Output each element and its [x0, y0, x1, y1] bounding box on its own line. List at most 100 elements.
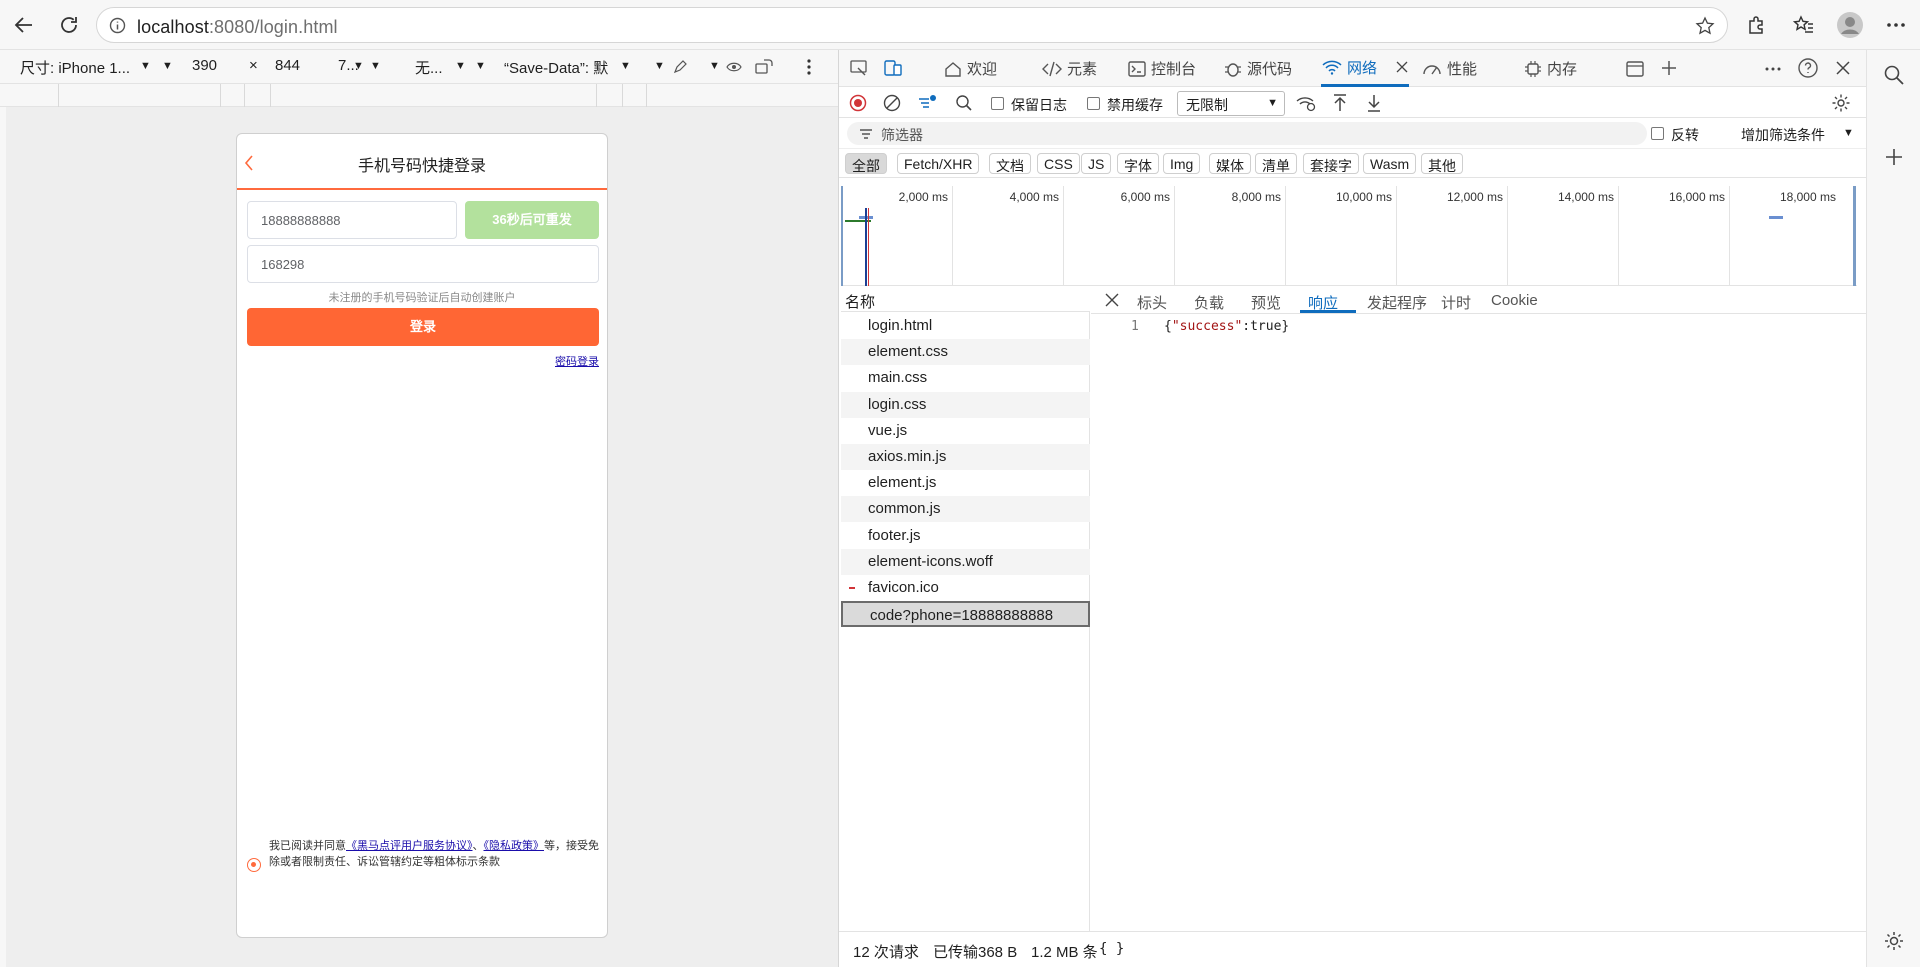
detail-tab-payload[interactable]: 负载 [1194, 292, 1224, 313]
pen-icon[interactable] [672, 59, 688, 75]
add-icon[interactable] [1883, 146, 1905, 168]
throttle-select[interactable]: 无限制 ▼ [1177, 91, 1285, 116]
detail-tab-timing[interactable]: 计时 [1441, 292, 1471, 313]
help-icon[interactable] [1797, 57, 1819, 79]
more-button[interactable] [1880, 9, 1912, 41]
settings-gear-icon[interactable] [1883, 930, 1905, 952]
type-chip-wasm[interactable]: Wasm [1363, 153, 1417, 174]
clear-icon[interactable] [883, 94, 901, 112]
register-hint: 未注册的手机号码验证后自动创建账户 [328, 292, 516, 304]
detail-tab-initiator[interactable]: 发起程序 [1367, 292, 1427, 313]
close-detail-icon[interactable] [1105, 293, 1119, 307]
preserve-log-label: 保留日志 [1011, 97, 1067, 113]
extensions-button[interactable] [1740, 9, 1772, 41]
eye-icon[interactable] [726, 60, 742, 74]
preserve-log-checkbox[interactable] [991, 97, 1004, 110]
tab-sources[interactable]: 源代码 [1223, 50, 1292, 87]
password-login-link[interactable]: 密码登录 [555, 353, 599, 369]
more-vertical-icon[interactable] [806, 58, 812, 76]
back-button[interactable] [8, 9, 40, 41]
type-chip-css[interactable]: CSS [1037, 153, 1080, 174]
login-button[interactable]: 登录 [247, 308, 599, 346]
filter-icon[interactable] [917, 93, 937, 113]
request-row[interactable]: favicon.ico [841, 575, 1090, 601]
name-column-header[interactable]: 名称 [841, 287, 1090, 312]
detail-tab-preview[interactable]: 预览 [1251, 292, 1281, 313]
type-chip-all[interactable]: 全部 [845, 153, 887, 174]
privacy-policy-link[interactable]: 《隐私政策》 [484, 840, 545, 852]
type-chip-manifest[interactable]: 清单 [1255, 153, 1297, 174]
pretty-print-button[interactable]: { } [1099, 941, 1124, 957]
tab-network[interactable]: 网络 [1321, 50, 1410, 87]
chevron-down-icon: ▼ [1267, 97, 1278, 109]
request-row[interactable]: element-icons.woff [841, 548, 1090, 575]
request-row[interactable]: element.js [841, 470, 1090, 496]
favorites-button[interactable] [1788, 9, 1820, 41]
filter-input[interactable]: 筛选器 [847, 122, 1647, 145]
type-chip-other[interactable]: 其他 [1421, 153, 1463, 174]
tab-console[interactable]: 控制台 [1127, 50, 1196, 87]
tab-welcome[interactable]: 欢迎 [943, 50, 997, 87]
disable-cache-checkbox[interactable] [1087, 97, 1100, 110]
disable-cache-label: 禁用缓存 [1107, 97, 1163, 113]
close-devtools-icon[interactable] [1833, 58, 1853, 78]
agree-radio[interactable] [247, 858, 261, 872]
timeline-left-handle[interactable] [841, 186, 843, 286]
send-code-button[interactable]: 36秒后可重发 [465, 201, 599, 239]
chevron-down-icon: ▼ [162, 60, 173, 72]
detail-tab-headers[interactable]: 标头 [1137, 292, 1167, 313]
import-har-icon[interactable] [1331, 93, 1349, 113]
request-row[interactable]: common.js [841, 496, 1090, 523]
search-icon[interactable] [1883, 64, 1905, 86]
timeline-right-handle[interactable] [1853, 186, 1856, 286]
tab-memory[interactable]: 内存 [1523, 50, 1577, 87]
add-tab-icon[interactable] [1659, 58, 1679, 78]
type-chip-doc[interactable]: 文档 [989, 153, 1031, 174]
type-chip-socket[interactable]: 套接字 [1303, 153, 1359, 174]
device-emulation-toolbar: 尺寸: iPhone 1... ▼ ▼ 390 × 844 7... ▼ ▼ 无… [0, 50, 838, 84]
type-chip-font[interactable]: 字体 [1117, 153, 1159, 174]
request-row[interactable]: login.html [841, 313, 1090, 339]
export-har-icon[interactable] [1365, 93, 1383, 113]
request-row[interactable]: code?phone=18888888888 [841, 601, 1090, 628]
detail-tab-cookies[interactable]: Cookie [1491, 292, 1538, 309]
request-row[interactable]: vue.js [841, 418, 1090, 444]
inspect-icon[interactable] [849, 59, 869, 77]
height-input[interactable]: 844 [275, 57, 300, 74]
device-toolbar-icon[interactable] [883, 58, 903, 78]
chip-icon [1525, 60, 1541, 77]
code-input[interactable]: 168298 [247, 245, 599, 283]
type-chip-media[interactable]: 媒体 [1209, 153, 1251, 174]
request-row[interactable]: login.css [841, 391, 1090, 418]
request-row[interactable]: axios.min.js [841, 444, 1090, 470]
throttle-select[interactable]: 无... [415, 57, 443, 78]
phone-input[interactable]: 18888888888 [247, 201, 457, 239]
network-conditions-icon[interactable] [1295, 93, 1317, 113]
network-timeline-overview[interactable]: 2,000 ms 4,000 ms 6,000 ms 8,000 ms 10,0… [841, 186, 1857, 286]
request-row[interactable]: main.css [841, 365, 1090, 391]
save-data-select[interactable]: “Save-Data”: 默 [504, 57, 608, 78]
search-icon[interactable] [955, 94, 973, 112]
record-icon[interactable] [849, 94, 867, 112]
type-chip-js[interactable]: JS [1081, 153, 1112, 174]
refresh-button[interactable] [53, 9, 85, 41]
more-filters-dropdown[interactable]: 增加筛选条件 [1741, 125, 1825, 145]
profile-button[interactable] [1834, 9, 1866, 41]
tab-performance[interactable]: 性能 [1421, 50, 1477, 87]
width-input[interactable]: 390 [192, 57, 217, 74]
type-chip-img[interactable]: Img [1163, 153, 1201, 174]
more-horizontal-icon[interactable] [1763, 59, 1783, 79]
device-select[interactable]: 尺寸: iPhone 1... [20, 57, 130, 78]
line-number: 1 [1131, 319, 1139, 334]
address-bar[interactable]: localhost:8080/login.html [96, 7, 1728, 43]
settings-gear-icon[interactable] [1831, 93, 1851, 113]
type-chip-fetch-xhr[interactable]: Fetch/XHR [897, 153, 980, 174]
service-agreement-link[interactable]: 《黑马点评用户服务协议》 [346, 840, 473, 852]
timeline-marker-blue [865, 208, 867, 286]
dock-icon[interactable] [1625, 59, 1645, 79]
request-row[interactable]: element.css [841, 339, 1090, 366]
invert-checkbox[interactable] [1651, 127, 1664, 140]
tab-elements[interactable]: 元素 [1041, 50, 1097, 87]
rotate-icon[interactable] [754, 58, 774, 76]
request-row[interactable]: footer.js [841, 523, 1090, 549]
